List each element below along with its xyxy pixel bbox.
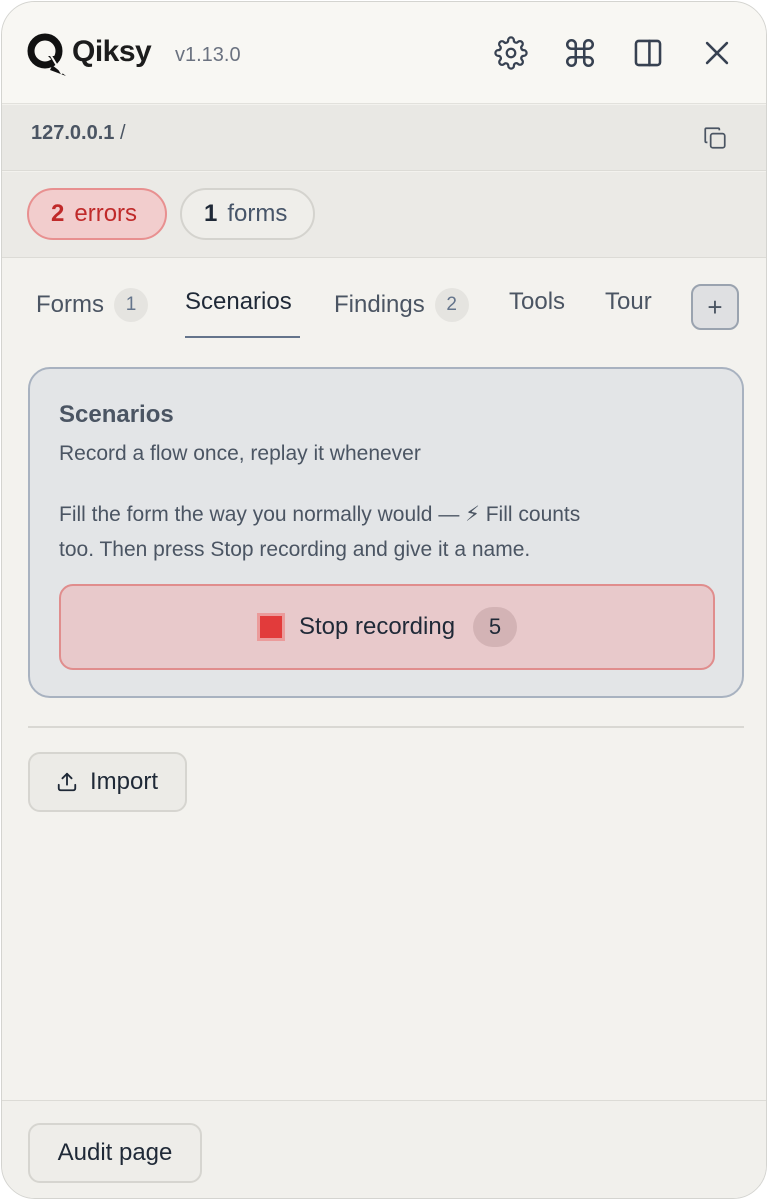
command-icon[interactable]: [563, 36, 597, 70]
tab-findings-count: 2: [434, 288, 469, 322]
recorded-steps-count: 5: [473, 607, 518, 647]
stop-icon: [256, 613, 285, 641]
stop-recording-label: Stop recording: [298, 613, 456, 640]
audit-page-button[interactable]: Audit page: [28, 1123, 202, 1183]
tab-tools-label: Tools: [509, 288, 566, 315]
url-bar: 127.0.0.1 /: [2, 105, 766, 171]
tab-findings-label: Findings: [334, 291, 425, 318]
scenarios-description: Fill the form the way you normally would…: [59, 497, 719, 567]
version-label: v1.13.0: [175, 44, 241, 66]
header: Qiksy v1.13.0: [2, 2, 766, 104]
forms-label: forms: [227, 200, 288, 227]
description-line-1: Fill the form the way you normally would…: [59, 503, 581, 526]
tab-tour-label: Tour: [605, 288, 652, 315]
scenarios-title: Scenarios: [59, 401, 174, 428]
extension-panel: Qiksy v1.13.0 127.0.0.1 / 2 errors 1 for…: [1, 1, 767, 1199]
tab-tools[interactable]: Tools: [509, 288, 565, 316]
copy-icon[interactable]: [702, 125, 728, 151]
scenarios-card: Scenarios Record a flow once, replay it …: [28, 367, 744, 698]
tab-findings[interactable]: Findings 2: [334, 288, 469, 322]
errors-badge[interactable]: 2 errors: [27, 188, 167, 240]
page-url: 127.0.0.1 /: [31, 122, 126, 145]
import-button[interactable]: Import: [28, 752, 187, 812]
gear-icon[interactable]: [494, 36, 528, 70]
close-icon[interactable]: [700, 36, 734, 70]
tab-forms[interactable]: Forms 1: [36, 288, 148, 322]
add-tab-button[interactable]: +: [691, 284, 739, 330]
description-line-2: too. Then press Stop recording and give …: [59, 538, 531, 561]
tab-forms-label: Forms: [36, 291, 104, 318]
forms-badge[interactable]: 1 forms: [180, 188, 315, 240]
sidebar-panel-icon[interactable]: [631, 36, 665, 70]
footer: Audit page: [2, 1100, 766, 1198]
tab-scenarios[interactable]: Scenarios: [185, 288, 292, 316]
status-row: 2 errors 1 forms: [2, 172, 766, 258]
errors-label: errors: [74, 200, 138, 227]
scenarios-subtitle: Record a flow once, replay it whenever: [59, 442, 421, 465]
url-host: 127.0.0.1: [31, 122, 115, 144]
url-path: /: [119, 122, 126, 144]
tab-scenarios-label: Scenarios: [185, 288, 292, 315]
forms-count: 1: [204, 200, 218, 227]
active-tab-indicator: [185, 336, 300, 338]
stop-recording-button[interactable]: Stop recording 5: [59, 584, 715, 670]
import-label: Import: [90, 768, 159, 795]
qiksy-logo-icon: [27, 33, 66, 76]
errors-count: 2: [51, 200, 65, 227]
tab-tour[interactable]: Tour: [605, 288, 652, 316]
tab-forms-count: 1: [114, 288, 148, 322]
divider: [28, 726, 744, 728]
tab-bar: Forms 1 Scenarios Findings 2 Tools Tour: [2, 272, 766, 342]
upload-icon: [57, 772, 77, 792]
brand-name: Qiksy: [72, 35, 152, 68]
